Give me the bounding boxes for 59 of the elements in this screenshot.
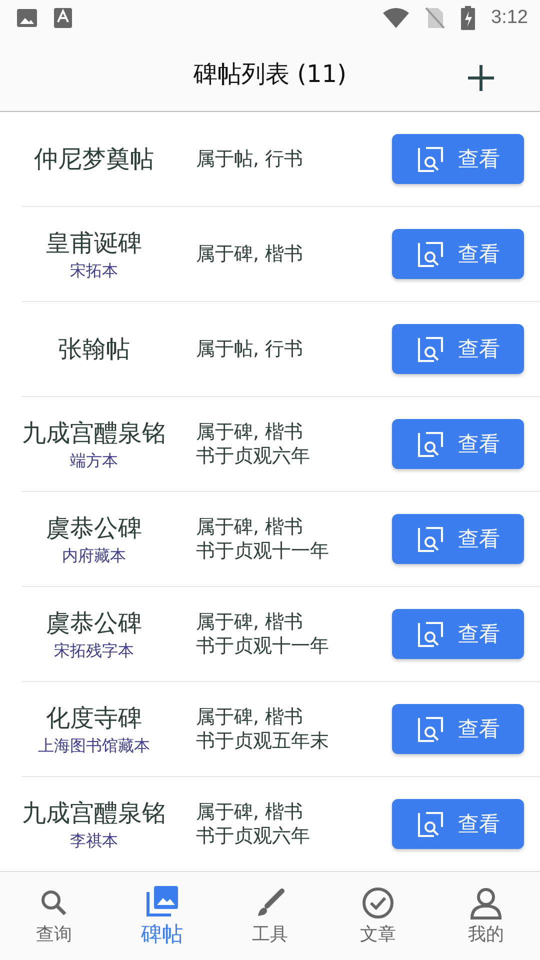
view-button[interactable]: 查看 bbox=[392, 799, 524, 849]
item-info: 书于贞观十一年 bbox=[196, 634, 330, 658]
item-info: 书于贞观五年末 bbox=[196, 729, 330, 753]
search-icon bbox=[416, 240, 444, 268]
view-button[interactable]: 查看 bbox=[392, 514, 524, 564]
battery-icon bbox=[461, 6, 476, 30]
item-info: 属于碑, 楷书 bbox=[196, 800, 304, 824]
wifi-icon bbox=[383, 8, 410, 28]
view-button[interactable]: 查看 bbox=[392, 324, 524, 374]
item-info: 属于帖, 行书 bbox=[196, 147, 304, 171]
item-info: 书于贞观六年 bbox=[196, 444, 311, 468]
item-title: 虞恭公碑 bbox=[46, 608, 142, 638]
search-icon bbox=[416, 145, 444, 173]
item-info: 属于碑, 楷书 bbox=[196, 242, 304, 266]
item-title: 九成宫醴泉铭 bbox=[22, 418, 166, 448]
view-button[interactable]: 查看 bbox=[392, 609, 524, 659]
item-info: 属于碑, 楷书 bbox=[196, 610, 304, 634]
images-icon bbox=[145, 884, 179, 918]
item-info: 属于碑, 楷书 bbox=[196, 420, 304, 444]
search-icon bbox=[416, 810, 444, 838]
view-button[interactable]: 查看 bbox=[392, 229, 524, 279]
item-title: 皇甫诞碑 bbox=[46, 228, 142, 258]
person-icon bbox=[469, 886, 503, 920]
item-info: 书于贞观六年 bbox=[196, 824, 311, 848]
search-icon bbox=[416, 525, 444, 553]
add-icon[interactable] bbox=[468, 65, 494, 91]
edition-label: 上海图书馆藏本 bbox=[38, 736, 150, 756]
nav-tab[interactable]: 工具 bbox=[216, 872, 324, 960]
item-title: 虞恭公碑 bbox=[46, 512, 142, 544]
item-info: 书于贞观十一年 bbox=[196, 539, 330, 563]
edition-label: 宋拓残字本 bbox=[54, 640, 134, 662]
no-sim-icon bbox=[425, 7, 446, 29]
nav-tab[interactable]: 查询 bbox=[0, 872, 108, 960]
page-title: 碑帖列表 (11) bbox=[194, 58, 346, 90]
view-button[interactable]: 查看 bbox=[392, 419, 524, 469]
item-title: 化度寺碑 bbox=[46, 702, 142, 734]
nav-tab[interactable]: 我的 bbox=[432, 872, 540, 960]
search-icon bbox=[416, 430, 444, 458]
item-info: 属于帖, 行书 bbox=[196, 337, 304, 361]
check-circle-icon bbox=[361, 886, 395, 920]
view-button[interactable]: 查看 bbox=[392, 704, 524, 754]
edition-label: 李祺本 bbox=[70, 830, 118, 852]
view-button[interactable]: 查看 bbox=[392, 134, 524, 184]
item-title: 九成宫醴泉铭 bbox=[22, 798, 166, 828]
nav-tab[interactable]: 碑帖 bbox=[108, 872, 216, 960]
item-title: 仲尼梦奠帖 bbox=[34, 144, 154, 175]
image-icon bbox=[16, 7, 38, 29]
search-icon bbox=[416, 620, 444, 648]
search-icon bbox=[416, 335, 444, 363]
edition-label: 端方本 bbox=[70, 450, 118, 472]
status-time: 3:12 bbox=[491, 7, 528, 29]
edition-label: 内府藏本 bbox=[62, 546, 126, 566]
item-info: 属于碑, 楷书 bbox=[196, 705, 304, 729]
edition-label: 宋拓本 bbox=[70, 260, 118, 282]
item-title: 张翰帖 bbox=[58, 334, 130, 365]
search-icon bbox=[416, 715, 444, 743]
item-info: 属于碑, 楷书 bbox=[196, 515, 304, 539]
nav-tab[interactable]: 文章 bbox=[324, 872, 432, 960]
text-icon bbox=[54, 8, 72, 28]
